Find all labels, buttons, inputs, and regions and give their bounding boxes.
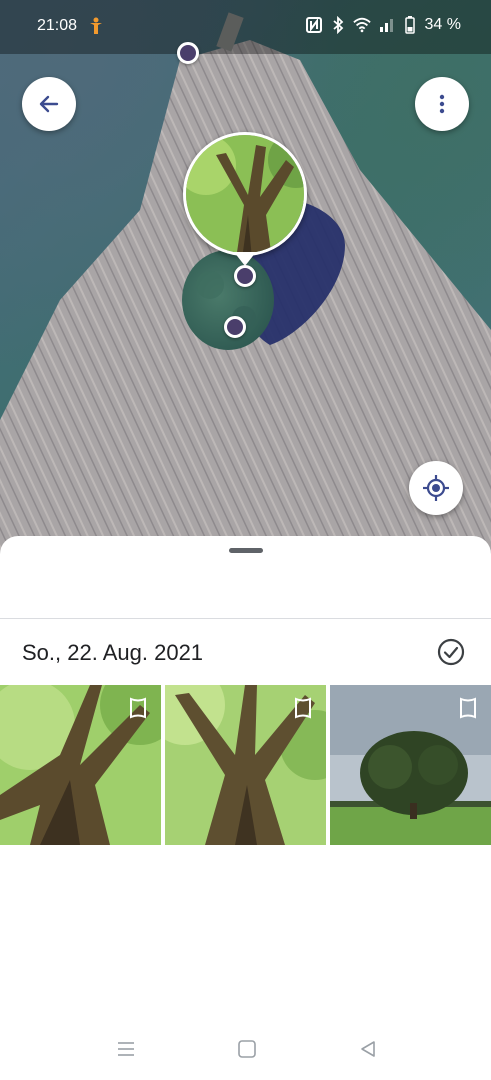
status-icons: 34 % <box>305 15 461 35</box>
more-vert-icon <box>439 94 445 114</box>
back-button[interactable] <box>22 77 76 131</box>
check-circle-icon[interactable] <box>437 638 465 666</box>
back-arrow-icon <box>39 95 59 113</box>
battery-icon <box>401 15 419 35</box>
panorama-icon <box>295 697 311 719</box>
photo-grid <box>0 685 491 845</box>
bluetooth-icon <box>329 15 347 35</box>
sheet-drag-handle[interactable] <box>229 548 263 553</box>
date-header: So., 22. Aug. 2021 <box>22 640 204 665</box>
marker-pointer <box>234 252 256 266</box>
more-options-button[interactable] <box>415 77 469 131</box>
wifi-icon <box>352 15 371 35</box>
home-icon[interactable] <box>236 1038 258 1060</box>
signal-icon <box>377 15 395 35</box>
app-screen: 21:08 34 % So., 22. Aug. 2021 <box>0 0 491 1080</box>
photo-cluster-marker[interactable] <box>183 132 307 256</box>
back-icon[interactable] <box>357 1038 379 1060</box>
clock: 21:08 <box>37 17 78 34</box>
status-bar: 21:08 34 % <box>0 0 491 54</box>
map-pin[interactable] <box>224 316 246 338</box>
menu-icon[interactable] <box>115 1038 137 1060</box>
my-location-icon <box>423 475 449 501</box>
system-nav-bar <box>0 1020 491 1080</box>
panorama-icon <box>130 697 146 719</box>
map-pin[interactable] <box>177 42 199 64</box>
photos-bottom-sheet[interactable]: So., 22. Aug. 2021 <box>0 536 491 1080</box>
satellite-map[interactable]: 21:08 34 % <box>0 0 491 560</box>
battery-level: 34 % <box>424 16 461 33</box>
accessibility-icon <box>90 17 102 34</box>
photo-thumbnail[interactable] <box>330 685 491 845</box>
map-pin[interactable] <box>234 265 256 287</box>
nfc-icon <box>305 15 323 35</box>
photo-thumbnail[interactable] <box>165 685 326 845</box>
my-location-button[interactable] <box>409 461 463 515</box>
photo-thumbnail[interactable] <box>0 685 161 845</box>
divider <box>0 618 491 619</box>
panorama-icon <box>460 697 476 719</box>
